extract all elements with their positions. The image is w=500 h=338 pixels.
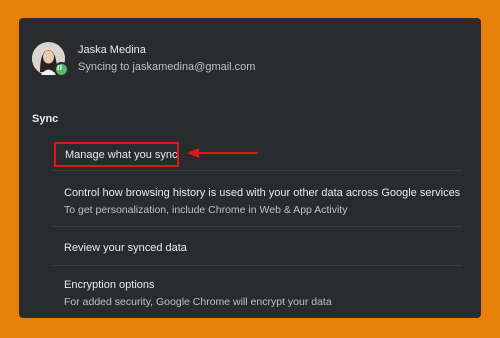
encryption-options-description: For added security, Google Chrome will e… xyxy=(64,296,332,308)
encryption-options-row[interactable]: Encryption options For added security, G… xyxy=(64,279,464,308)
section-title-sync: Sync xyxy=(32,113,59,125)
browsing-history-title: Control how browsing history is used wit… xyxy=(64,187,461,199)
profile-row[interactable]: Jaska Medina Syncing to jaskamedina@gmai… xyxy=(32,42,472,78)
profile-sync-status: Syncing to jaskamedina@gmail.com xyxy=(78,61,256,73)
divider xyxy=(52,265,462,266)
profile-name: Jaska Medina xyxy=(78,44,146,56)
manage-sync-button[interactable]: Manage what you sync xyxy=(54,142,179,167)
review-synced-data-label: Review your synced data xyxy=(64,242,187,254)
browsing-history-description: To get personalization, include Chrome i… xyxy=(64,204,348,216)
encryption-options-title: Encryption options xyxy=(64,279,155,291)
divider xyxy=(52,170,462,171)
sync-icon xyxy=(54,62,69,77)
annotation-arrow-icon xyxy=(187,148,258,158)
avatar xyxy=(32,42,69,77)
browsing-history-row[interactable]: Control how browsing history is used wit… xyxy=(64,187,464,216)
review-synced-data-row[interactable]: Review your synced data xyxy=(64,242,464,254)
divider xyxy=(52,226,462,227)
sync-settings-panel: Jaska Medina Syncing to jaskamedina@gmai… xyxy=(19,18,481,318)
manage-sync-label: Manage what you sync xyxy=(65,148,178,161)
